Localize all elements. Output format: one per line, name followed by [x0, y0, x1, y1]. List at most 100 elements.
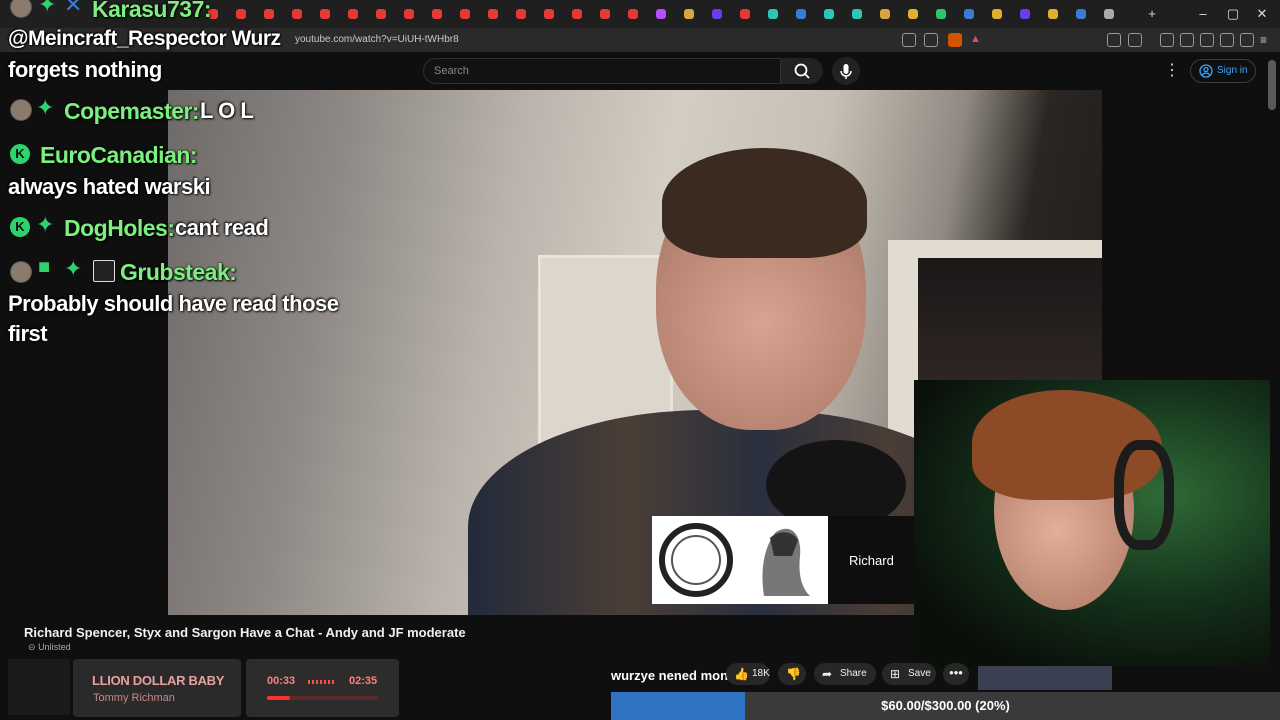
share-label: Share [840, 668, 867, 679]
browser-tab[interactable] [432, 9, 442, 19]
browser-tab[interactable] [656, 9, 666, 19]
song-title: LLION DOLLAR BABY [92, 673, 225, 688]
sign-in-button[interactable]: Sign in [1190, 59, 1256, 83]
browser-tab[interactable] [544, 9, 554, 19]
browser-tab[interactable] [348, 9, 358, 19]
browser-tab[interactable] [796, 9, 806, 19]
song-timer: 00:33 02:35 [246, 659, 399, 717]
browser-tab[interactable] [628, 9, 638, 19]
save-button[interactable]: ⊞ Save [882, 663, 936, 685]
browser-tab[interactable] [1020, 9, 1030, 19]
browser-tab[interactable] [516, 9, 526, 19]
browser-tab[interactable] [824, 9, 834, 19]
song-progress-fill [267, 696, 291, 700]
thumbs-down-icon: 👎 [786, 667, 801, 681]
browser-tab[interactable] [712, 9, 722, 19]
browser-tab[interactable] [1076, 9, 1086, 19]
more-actions-button[interactable]: ••• [943, 663, 969, 685]
rewards-icon[interactable]: ▲ [970, 33, 984, 47]
sign-in-label: Sign in [1217, 65, 1248, 76]
settings-menu-button[interactable]: ⋮ [1162, 61, 1182, 81]
brave-shield-icon[interactable] [948, 33, 962, 47]
extensions-icon[interactable] [1107, 33, 1121, 47]
browser-tab[interactable] [376, 9, 386, 19]
browser-tab[interactable] [488, 9, 498, 19]
browser-tab[interactable] [1104, 9, 1114, 19]
album-art [8, 659, 70, 715]
bookmark-icon: ⊞ [890, 667, 901, 681]
link-icon: ⊝ [28, 642, 36, 652]
dislike-button[interactable]: 👎 [778, 663, 806, 685]
browser-tab[interactable] [236, 9, 246, 19]
search-input[interactable]: Search [423, 58, 781, 84]
thumbs-up-icon: 👍 [734, 667, 749, 681]
unlisted-label: Unlisted [38, 642, 71, 652]
ouroboros-emblem-icon [659, 523, 810, 597]
search-button[interactable] [781, 58, 823, 84]
unlisted-badge: ⊝ Unlisted [28, 642, 71, 653]
close-window-button[interactable]: ✕ [1252, 4, 1272, 24]
account-icon [1199, 64, 1213, 78]
sub-badge-icon: ✦ [38, 0, 57, 17]
browser-tab[interactable] [572, 9, 582, 19]
browser-tab[interactable] [908, 9, 918, 19]
browser-tab[interactable] [852, 9, 862, 19]
browser-tab[interactable] [1048, 9, 1058, 19]
browser-tab[interactable] [684, 9, 694, 19]
browser-tab[interactable] [964, 9, 974, 19]
browser-tab[interactable] [936, 9, 946, 19]
chat-message: forgets nothing [8, 57, 162, 82]
media-icon[interactable] [1160, 33, 1174, 47]
waveform-icon [308, 680, 336, 684]
song-artist: Tommy Richman [93, 692, 175, 704]
kick-badge-icon: K [10, 217, 30, 237]
browser-tab[interactable] [320, 9, 330, 19]
browser-tab[interactable] [460, 9, 470, 19]
video-title: Richard Spencer, Styx and Sargon Have a … [24, 625, 466, 640]
browser-tab[interactable] [292, 9, 302, 19]
chat-message: always hated warski [8, 174, 211, 199]
chat-message: Probably should have read those [8, 291, 339, 316]
voice-search-button[interactable] [832, 57, 860, 85]
share-button[interactable]: ➦ Share [814, 663, 876, 685]
browser-tab[interactable] [768, 9, 778, 19]
menu-icon[interactable]: ≡ [1260, 33, 1274, 47]
tts-message: wurzye nened money [611, 668, 743, 683]
new-tab-button[interactable]: + [1142, 4, 1162, 24]
page-scrollbar[interactable] [1268, 60, 1276, 110]
browser-tab[interactable] [992, 9, 1002, 19]
chat-username: @Meincraft_Respector Wurz [8, 27, 281, 50]
sub-badge-icon: ✦ [64, 256, 83, 281]
sub-badge-icon: ✦ [36, 212, 55, 237]
minimize-button[interactable]: – [1193, 4, 1213, 24]
participant-thumbnails [652, 516, 828, 604]
sidebar-icon[interactable] [1180, 33, 1194, 47]
vpn-shield-icon[interactable] [1240, 33, 1254, 47]
kick-badge-icon: K [10, 144, 30, 164]
screenshot-icon[interactable] [1128, 33, 1142, 47]
chat-username: Copemaster: [64, 98, 200, 124]
now-playing-widget: LLION DOLLAR BABY Tommy Richman [73, 659, 241, 717]
browser-tab[interactable] [740, 9, 750, 19]
recommended-thumbnail[interactable] [978, 666, 1112, 690]
maximize-button[interactable]: ▢ [1223, 4, 1243, 24]
chat-avatar [10, 261, 32, 283]
share-page-icon[interactable] [924, 33, 938, 47]
browser-tab[interactable] [600, 9, 610, 19]
wallet-icon[interactable] [1200, 33, 1214, 47]
browser-tab[interactable] [404, 9, 414, 19]
browser-tab[interactable] [264, 9, 274, 19]
save-label: Save [908, 668, 931, 679]
chat-message: L O L [200, 98, 254, 123]
search-icon [794, 63, 810, 79]
donation-goal-bar: $60.00/$300.00 (20%) [611, 692, 1280, 720]
leo-icon[interactable] [1220, 33, 1234, 47]
cast-icon[interactable] [902, 33, 916, 47]
headphones [1114, 440, 1174, 550]
speaker-hair [662, 148, 867, 258]
url-text[interactable]: youtube.com/watch?v=UiUH-tWHbr8 [295, 34, 459, 45]
streamer-webcam [914, 380, 1270, 666]
like-button[interactable]: 👍 18K [726, 663, 770, 685]
chat-username: Grubsteak: [120, 259, 237, 285]
browser-tab[interactable] [880, 9, 890, 19]
